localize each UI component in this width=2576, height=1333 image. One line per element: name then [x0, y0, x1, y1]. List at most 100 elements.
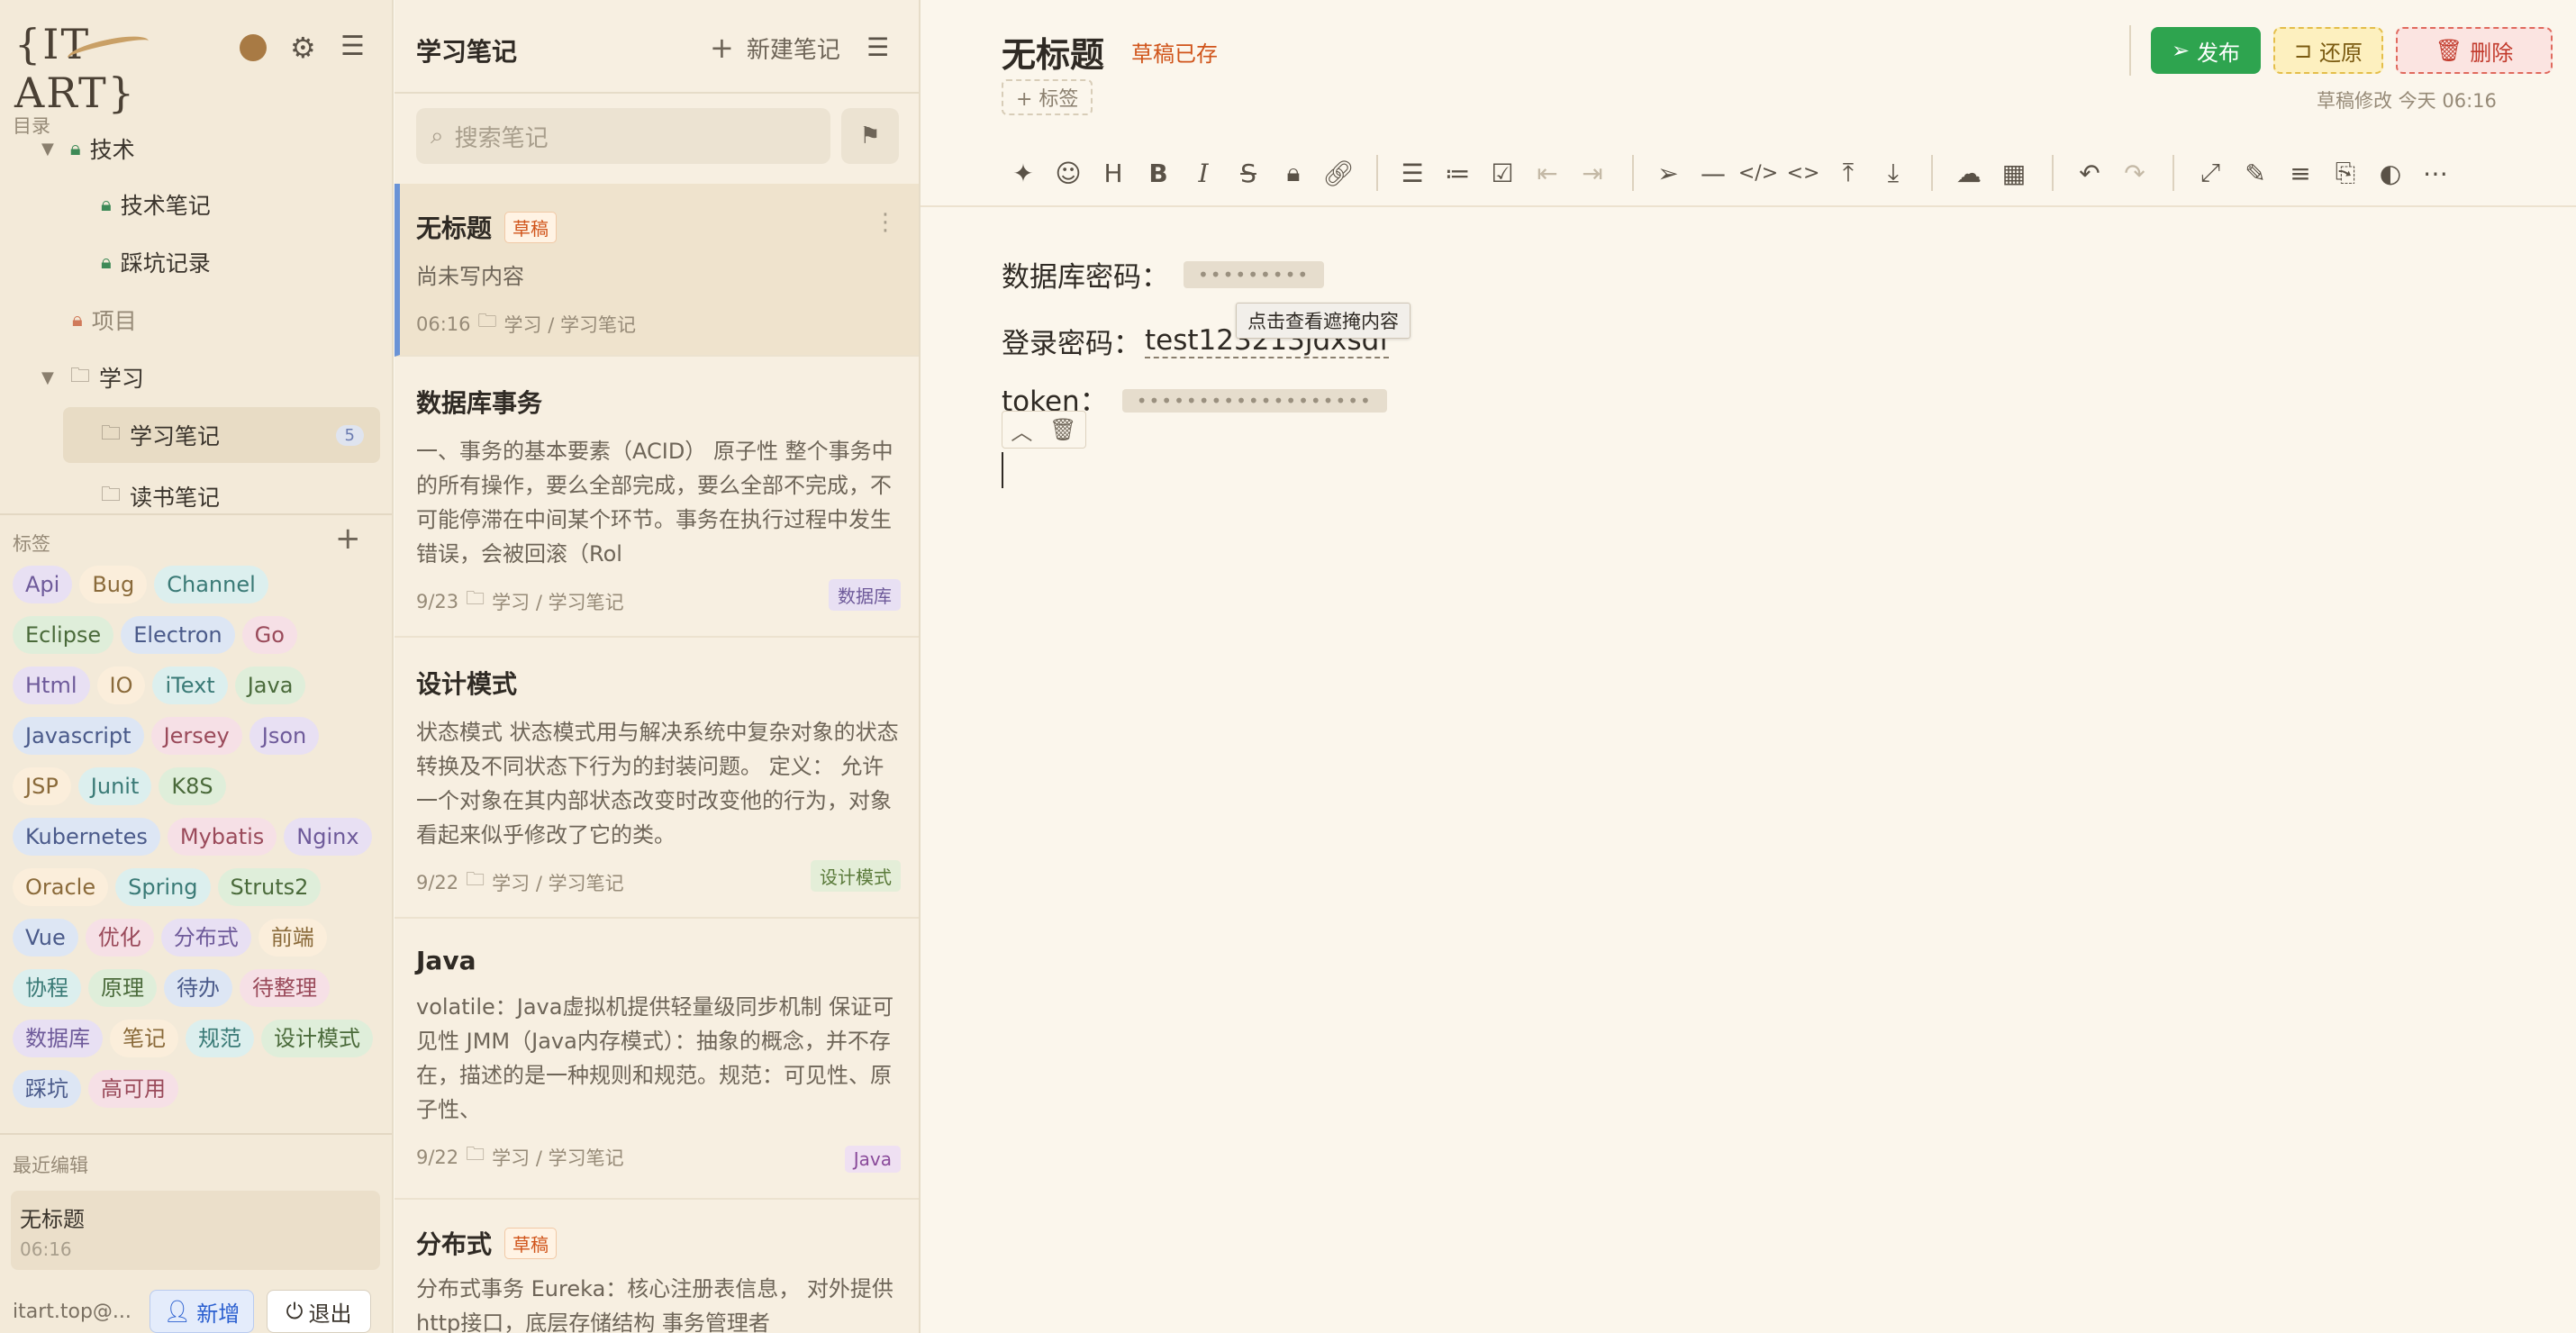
theme-icon[interactable]: ◐	[2372, 155, 2408, 191]
lock-icon[interactable]: 🔒︎	[1275, 155, 1311, 191]
note-title-input[interactable]: 无标题	[1002, 27, 1104, 77]
bold-icon[interactable]: B	[1140, 155, 1176, 191]
indent-icon[interactable]: ⇥	[1574, 155, 1610, 191]
tag-chip[interactable]: Struts2	[217, 868, 322, 906]
publish-button[interactable]: ➢ 发布	[2151, 27, 2261, 74]
italic-icon[interactable]: I	[1185, 155, 1221, 191]
note-item-design-patterns[interactable]: 设计模式 状态模式 状态模式用与解决系统中复杂对象的状态转换及不同状态下行为的封…	[395, 639, 919, 919]
tag-chip[interactable]: Api	[13, 566, 73, 603]
outline-icon[interactable]: ≡	[2282, 155, 2318, 191]
tag-chip[interactable]: 分布式	[160, 919, 251, 957]
bullet-list-icon[interactable]: ☰	[1394, 155, 1430, 191]
tag-chip[interactable]: K8S	[159, 767, 226, 805]
redo-icon[interactable]: ↷	[2117, 155, 2153, 191]
move-up-icon[interactable]: ︿	[1011, 414, 1032, 446]
tag-chip[interactable]: 笔记	[110, 1020, 178, 1057]
gear-icon[interactable]: ⚙	[290, 31, 316, 65]
tag-chip[interactable]: Kubernetes	[13, 818, 160, 856]
tag-chip[interactable]: Electron	[121, 616, 235, 654]
note-item-db-transaction[interactable]: 数据库事务 一、事务的基本要素（ACID） 原子性 整个事务中的所有操作，要么全…	[395, 358, 919, 638]
undo-icon[interactable]: ↶	[2072, 155, 2108, 191]
add-tag-icon[interactable]: +	[335, 521, 361, 557]
tag-chip[interactable]: Mybatis	[167, 818, 277, 856]
inline-code-icon[interactable]: <>	[1785, 155, 1821, 191]
note-item-distributed[interactable]: 分布式 草稿 分布式事务 Eureka：核心注册表信息， 对外提供http接口，底…	[395, 1202, 919, 1333]
tag-chip[interactable]: 待办	[164, 969, 232, 1007]
logout-button[interactable]: ⏻ 退出	[267, 1290, 371, 1333]
tag-chip[interactable]: Nginx	[284, 818, 372, 856]
masked-content[interactable]: •••••••••••••••••••	[1121, 389, 1387, 413]
flag-filter-icon[interactable]: ⚑	[841, 108, 899, 164]
tree-item-reading[interactable]: 🗀 读书笔记	[101, 468, 389, 513]
fullscreen-icon[interactable]: ⤢	[2192, 155, 2228, 191]
tag-chip[interactable]: Html	[13, 666, 90, 704]
tag-chip[interactable]: 原理	[88, 969, 157, 1007]
outdent-icon[interactable]: ⇤	[1529, 155, 1565, 191]
tag-chip[interactable]: 前端	[258, 919, 327, 957]
add-user-button[interactable]: 👤︎ 新增	[150, 1290, 254, 1333]
restore-button[interactable]: ⊐ 还原	[2273, 27, 2383, 74]
insert-above-icon[interactable]: ⤒	[1830, 155, 1866, 191]
tree-item-project[interactable]: 🔒︎ 项目	[72, 292, 378, 348]
tag-chip[interactable]: Channel	[154, 566, 268, 603]
tag-chip[interactable]: Javascript	[13, 717, 144, 755]
list-menu-icon[interactable]: ☰	[866, 32, 889, 62]
note-item-untitled[interactable]: 无标题 草稿 ⋮ 尚未写内容 06:16 🗀 学习 / 学习笔记	[395, 184, 919, 357]
more-icon[interactable]: ⋯	[2417, 155, 2454, 191]
strikethrough-icon[interactable]: S	[1230, 155, 1266, 191]
table-icon[interactable]: ▦	[1996, 155, 2032, 191]
delete-button[interactable]: 🗑︎ 删除	[2396, 27, 2553, 74]
tag-chip[interactable]: 设计模式	[261, 1020, 373, 1057]
heading-icon[interactable]: H	[1095, 155, 1131, 191]
recent-item[interactable]: 无标题 06:16	[11, 1191, 380, 1270]
new-note-button[interactable]: + 新建笔记	[710, 31, 840, 65]
app-logo[interactable]: {IT ART}	[14, 20, 173, 117]
tag-chip[interactable]: JSP	[13, 767, 71, 805]
tag-chip[interactable]: 待整理	[240, 969, 330, 1007]
add-tag-button[interactable]: + 标签	[1002, 79, 1093, 115]
tag-chip[interactable]: Eclipse	[13, 616, 114, 654]
edit-mode-icon[interactable]: ✎	[2237, 155, 2273, 191]
theme-dot-icon[interactable]	[240, 34, 267, 61]
checklist-icon[interactable]: ☑	[1484, 155, 1520, 191]
upload-icon[interactable]: ☁	[1951, 155, 1987, 191]
ai-sparkle-icon[interactable]: ✦	[1005, 155, 1041, 191]
tree-item-study-notes[interactable]: 🗀 学习笔记 5	[63, 407, 380, 463]
tree-item-tech[interactable]: ▼ 🔒︎ 技术	[41, 131, 384, 177]
note-time: 9/22	[416, 871, 459, 893]
tag-chip[interactable]: Bug	[79, 566, 148, 603]
tag-chip[interactable]: IO	[96, 666, 146, 704]
code-block-icon[interactable]: </>	[1738, 155, 1778, 191]
tag-chip[interactable]: Json	[249, 717, 320, 755]
link-icon[interactable]: 🔗︎	[1320, 155, 1356, 191]
search-input[interactable]: ⌕ 搜索笔记	[416, 108, 830, 164]
collapse-menu-icon[interactable]: ☰	[340, 31, 365, 62]
trash-icon[interactable]: 🗑︎	[1049, 417, 1076, 442]
tree-item-study[interactable]: ▼ 🗀 学习	[41, 349, 384, 405]
tag-chip[interactable]: 踩坑	[13, 1070, 81, 1108]
tag-chip[interactable]: 优化	[85, 919, 154, 957]
tag-chip[interactable]: Go	[241, 616, 297, 654]
tree-item-pitfalls[interactable]: 🔒︎ 踩坑记录	[101, 234, 389, 290]
horizontal-rule-icon[interactable]: —	[1695, 155, 1731, 191]
tag-chip[interactable]: Jersey	[150, 717, 242, 755]
insert-below-icon[interactable]: ⤓	[1875, 155, 1911, 191]
more-options-icon[interactable]: ⋮	[874, 209, 897, 236]
tag-chip[interactable]: 规范	[186, 1020, 254, 1057]
tag-chip[interactable]: Java	[234, 666, 306, 704]
tag-chip[interactable]: iText	[152, 666, 228, 704]
tag-chip[interactable]: Vue	[13, 919, 78, 957]
ordered-list-icon[interactable]: ≔	[1439, 155, 1475, 191]
tag-chip[interactable]: Junit	[77, 767, 152, 805]
tag-chip[interactable]: Spring	[115, 868, 211, 906]
tree-item-tech-notes[interactable]: 🔒︎ 技术笔记	[101, 177, 389, 232]
attachment-icon[interactable]: ⎘	[2327, 155, 2363, 191]
masked-content[interactable]: •••••••••	[1184, 260, 1325, 288]
tag-chip[interactable]: 高可用	[88, 1070, 178, 1108]
quote-icon[interactable]: ➢	[1650, 155, 1686, 191]
tag-chip[interactable]: Oracle	[13, 868, 109, 906]
tag-chip[interactable]: 数据库	[13, 1020, 103, 1057]
note-item-java[interactable]: Java volatile：Java虚拟机提供轻量级同步机制 保证可见性 JMM…	[395, 920, 919, 1200]
tag-chip[interactable]: 协程	[13, 969, 81, 1007]
emoji-icon[interactable]: ☺	[1050, 155, 1086, 191]
